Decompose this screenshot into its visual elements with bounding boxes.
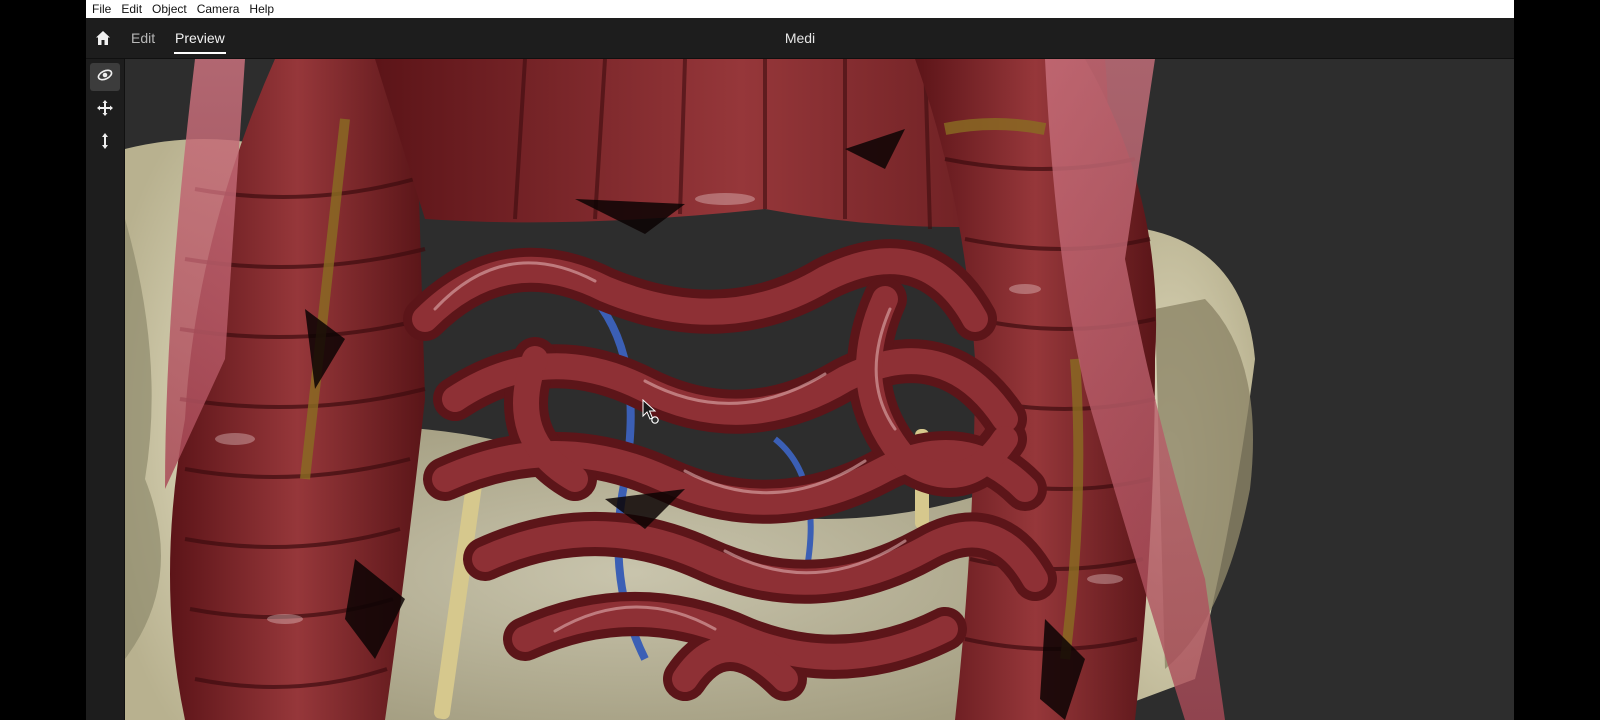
- orbit-tool-button[interactable]: [90, 63, 120, 91]
- orbit-icon: [96, 66, 114, 89]
- menu-camera[interactable]: Camera: [192, 0, 245, 18]
- side-toolbar: [86, 59, 125, 720]
- top-toolbar: Edit Preview Medi: [86, 18, 1514, 59]
- zoom-icon: [96, 132, 114, 155]
- document-title: Medi: [784, 30, 816, 46]
- menu-edit[interactable]: Edit: [116, 0, 147, 18]
- zoom-tool-button[interactable]: [90, 129, 120, 157]
- menu-help[interactable]: Help: [244, 0, 279, 18]
- rotate-cursor-icon: [642, 399, 662, 425]
- menu-file[interactable]: File: [86, 0, 116, 18]
- menu-object[interactable]: Object: [147, 0, 192, 18]
- pan-icon: [96, 99, 114, 122]
- anatomy-scene: [125, 59, 1514, 720]
- menu-bar: File Edit Object Camera Help: [86, 0, 1514, 18]
- 3d-viewport[interactable]: [125, 59, 1514, 720]
- app-window: File Edit Object Camera Help Edit Previe…: [86, 0, 1514, 720]
- pan-tool-button[interactable]: [90, 96, 120, 124]
